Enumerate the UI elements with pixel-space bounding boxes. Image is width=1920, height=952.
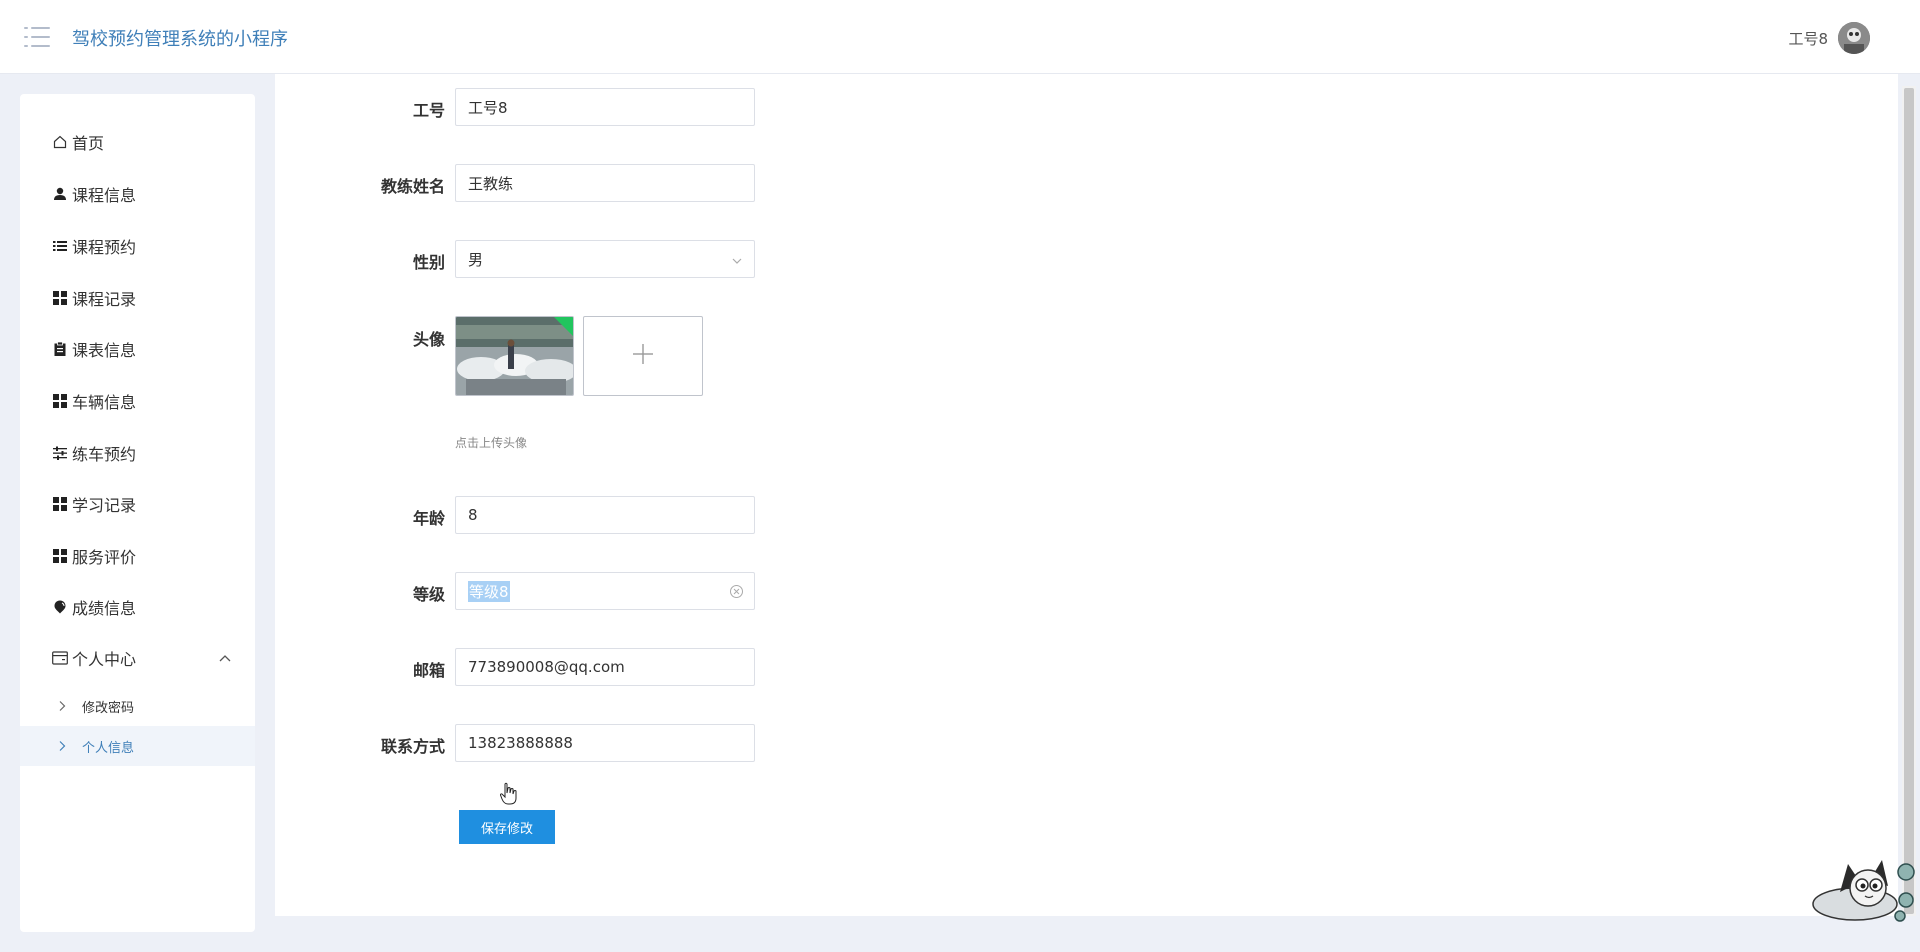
email-field[interactable]: [455, 648, 755, 686]
sidebar-item-vehicle-info[interactable]: 车辆信息: [20, 379, 255, 423]
avatar-upload-button[interactable]: [583, 316, 703, 396]
contact-label: 联系方式: [380, 737, 445, 756]
contact-input[interactable]: [456, 725, 754, 761]
sidebar-item-course-records[interactable]: 课程记录: [20, 276, 255, 320]
coach-name-input[interactable]: [456, 165, 754, 201]
hand-cursor-icon: [499, 782, 518, 806]
pin-icon: [52, 599, 68, 615]
age-field[interactable]: [455, 496, 755, 534]
sidebar-item-course-info[interactable]: 课程信息: [20, 172, 255, 216]
chevron-up-icon: [217, 650, 233, 666]
sidebar-item-service-rating[interactable]: 服务评价: [20, 534, 255, 578]
user-menu[interactable]: 工号8: [1788, 22, 1870, 54]
list-icon: [52, 238, 68, 254]
sidebar: 首页 课程信息 课程预约 课程记录 课表信息 车辆信息 练车预约 学习记录 服务…: [20, 94, 255, 932]
sidebar-subitem-personal-info[interactable]: 个人信息: [20, 726, 255, 766]
avatar[interactable]: [1838, 22, 1870, 54]
user-name: 工号8: [1788, 29, 1828, 48]
sliders-icon: [52, 445, 68, 461]
sidebar-item-schedule-info[interactable]: 课表信息: [20, 327, 255, 371]
avatar-thumbnail[interactable]: [455, 316, 574, 396]
age-label: 年龄: [412, 509, 445, 528]
level-input[interactable]: 等级8: [456, 573, 754, 609]
chevron-right-icon: [54, 738, 70, 754]
grid-icon: [52, 548, 68, 564]
coach-name-label: 教练姓名: [380, 177, 445, 196]
clear-icon[interactable]: [729, 584, 744, 599]
gender-selected-value: 男: [468, 250, 484, 269]
clipboard-icon: [52, 341, 68, 357]
sidebar-item-personal-center[interactable]: 个人中心: [20, 636, 255, 680]
job-number-field[interactable]: [455, 88, 755, 126]
level-field[interactable]: 等级8: [455, 572, 755, 610]
sidebar-subitem-change-password[interactable]: 修改密码: [20, 686, 255, 726]
level-selected-text: 等级8: [468, 580, 510, 602]
app-title: 驾校预约管理系统的小程序: [72, 29, 288, 50]
card-icon: [52, 650, 68, 666]
sidebar-item-score-info[interactable]: 成绩信息: [20, 585, 255, 629]
save-button[interactable]: 保存修改: [459, 810, 555, 844]
cat-mascot-icon: [1810, 852, 1916, 922]
email-label: 邮箱: [412, 661, 445, 680]
job-number-label: 工号: [412, 101, 445, 120]
level-label: 等级: [412, 585, 445, 604]
sidebar-item-course-booking[interactable]: 课程预约: [20, 224, 255, 268]
gender-select[interactable]: 男: [455, 240, 755, 278]
top-header: 驾校预约管理系统的小程序 工号8: [0, 0, 1920, 74]
sidebar-item-home[interactable]: 首页: [20, 120, 255, 164]
avatar-label: 头像: [412, 330, 445, 349]
contact-field[interactable]: [455, 724, 755, 762]
grid-icon: [52, 496, 68, 512]
grid-icon: [52, 393, 68, 409]
user-icon: [52, 186, 68, 202]
sidebar-item-study-records[interactable]: 学习记录: [20, 482, 255, 526]
chevron-right-icon: [54, 698, 70, 714]
grid-icon: [52, 290, 68, 306]
plus-icon: [631, 342, 655, 370]
scrollbar-thumb[interactable]: [1904, 88, 1914, 914]
age-input[interactable]: [456, 497, 754, 533]
email-input[interactable]: [456, 649, 754, 685]
coach-name-field[interactable]: [455, 164, 755, 202]
job-number-input[interactable]: [456, 89, 754, 125]
home-icon: [52, 134, 68, 150]
chevron-down-icon: [730, 253, 744, 267]
avatar-upload-hint: 点击上传头像: [455, 436, 528, 450]
scrollbar[interactable]: [1902, 86, 1916, 916]
menu-list-icon[interactable]: [24, 26, 50, 48]
gender-label: 性别: [412, 253, 445, 272]
sidebar-item-practice-booking[interactable]: 练车预约: [20, 431, 255, 475]
